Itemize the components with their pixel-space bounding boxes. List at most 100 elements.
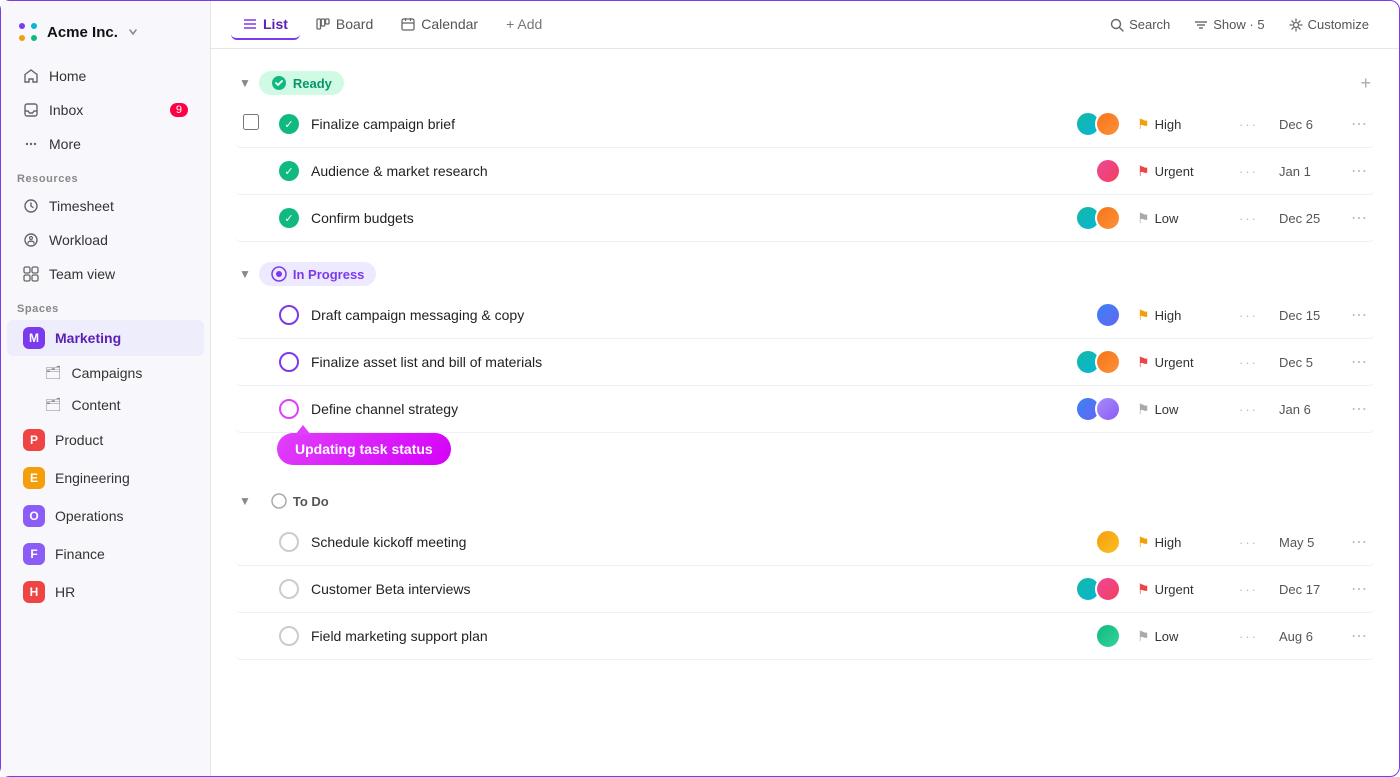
- task-list-content: ▼ Ready + ✓ Finalize campaign brief ⚑ Hi…: [211, 49, 1399, 776]
- sidebar-item-workload[interactable]: Workload: [7, 224, 204, 256]
- search-button[interactable]: Search: [1100, 12, 1180, 37]
- avatar: [1095, 576, 1121, 602]
- task-dots[interactable]: ···: [1239, 164, 1267, 179]
- sidebar-item-finance[interactable]: F Finance: [7, 536, 204, 572]
- task-dots[interactable]: ···: [1239, 582, 1267, 597]
- task-name: Field marketing support plan: [311, 628, 1083, 644]
- hr-dot: H: [23, 581, 45, 603]
- task-more-button[interactable]: ⋯: [1351, 352, 1367, 372]
- task-more-button[interactable]: ⋯: [1351, 532, 1367, 552]
- avatar: [1095, 529, 1121, 555]
- task-name: Finalize asset list and bill of material…: [311, 354, 1063, 370]
- task-dots[interactable]: ···: [1239, 117, 1267, 132]
- task-dots[interactable]: ···: [1239, 355, 1267, 370]
- task-due-date: Dec 5: [1279, 355, 1339, 370]
- task-more-button[interactable]: ⋯: [1351, 161, 1367, 181]
- main-content: List Board Calendar + Add Search Show · …: [211, 1, 1399, 776]
- status-todo-icon[interactable]: [279, 579, 299, 599]
- sidebar-item-team-view[interactable]: Team view: [7, 258, 204, 290]
- status-done-icon[interactable]: ✓: [279, 161, 299, 181]
- task-more-button[interactable]: ⋯: [1351, 399, 1367, 419]
- sidebar-item-home[interactable]: Home: [7, 60, 204, 92]
- tab-calendar[interactable]: Calendar: [389, 10, 490, 40]
- task-dots[interactable]: ···: [1239, 629, 1267, 644]
- tab-list[interactable]: List: [231, 10, 300, 40]
- sidebar-item-hr[interactable]: H HR: [7, 574, 204, 610]
- task-row: ✓ Audience & market research ⚑ Urgent ··…: [235, 148, 1375, 195]
- task-name: Define channel strategy: [311, 401, 1063, 417]
- sidebar-item-more[interactable]: More: [7, 128, 204, 160]
- task-avatars: [1095, 302, 1121, 328]
- search-icon: [1110, 18, 1124, 32]
- group-add-ready[interactable]: +: [1360, 73, 1371, 94]
- sidebar-subitem-content[interactable]: 🗂 Content: [7, 390, 204, 420]
- task-more-button[interactable]: ⋯: [1351, 626, 1367, 646]
- task-dots[interactable]: ···: [1239, 308, 1267, 323]
- task-avatars: [1075, 396, 1121, 422]
- tab-board[interactable]: Board: [304, 10, 385, 40]
- app-logo[interactable]: Acme Inc.: [1, 13, 210, 59]
- group-toggle-ready[interactable]: ▼: [239, 76, 251, 90]
- task-checkbox[interactable]: [243, 114, 259, 130]
- status-todo-icon[interactable]: [279, 532, 299, 552]
- task-more-button[interactable]: ⋯: [1351, 114, 1367, 134]
- task-row: ✓ Confirm budgets ⚑ Low ··· Dec 25 ⋯: [235, 195, 1375, 242]
- group-badge-in-progress[interactable]: In Progress: [259, 262, 377, 286]
- task-dots[interactable]: ···: [1239, 402, 1267, 417]
- inbox-icon: [23, 102, 39, 118]
- resources-section-label: Resources: [1, 161, 210, 189]
- status-in-progress-icon[interactable]: [279, 305, 299, 325]
- group-badge-ready[interactable]: Ready: [259, 71, 344, 95]
- group-badge-todo[interactable]: To Do: [259, 489, 341, 513]
- avatar: [1095, 302, 1121, 328]
- folder-icon: 🗂: [45, 365, 62, 381]
- board-icon: [316, 17, 330, 31]
- task-more-button[interactable]: ⋯: [1351, 208, 1367, 228]
- sidebar-item-timesheet[interactable]: Timesheet: [7, 190, 204, 222]
- group-toggle-todo[interactable]: ▼: [239, 494, 251, 508]
- task-avatars: [1095, 623, 1121, 649]
- task-dots[interactable]: ···: [1239, 535, 1267, 550]
- task-more-button[interactable]: ⋯: [1351, 305, 1367, 325]
- avatar: [1095, 349, 1121, 375]
- task-row: Finalize asset list and bill of material…: [235, 339, 1375, 386]
- gear-icon: [1289, 18, 1303, 32]
- folder-icon-2: 🗂: [45, 397, 62, 413]
- tab-add[interactable]: + Add: [494, 10, 554, 40]
- priority-flag-icon: ⚑: [1137, 307, 1150, 324]
- status-in-progress-icon[interactable]: [279, 399, 299, 419]
- clock-icon: [23, 198, 39, 214]
- group-toggle-in-progress[interactable]: ▼: [239, 267, 251, 281]
- customize-button[interactable]: Customize: [1279, 12, 1379, 37]
- sidebar-item-operations[interactable]: O Operations: [7, 498, 204, 534]
- task-name: Finalize campaign brief: [311, 116, 1063, 132]
- status-done-icon[interactable]: ✓: [279, 114, 299, 134]
- sidebar-item-product[interactable]: P Product: [7, 422, 204, 458]
- inbox-badge: 9: [170, 103, 188, 117]
- task-avatars: [1075, 205, 1121, 231]
- sidebar-item-marketing[interactable]: M Marketing: [7, 320, 204, 356]
- status-done-icon[interactable]: ✓: [279, 208, 299, 228]
- task-name: Customer Beta interviews: [311, 581, 1063, 597]
- sidebar-item-engineering[interactable]: E Engineering: [7, 460, 204, 496]
- priority-flag-icon: ⚑: [1137, 401, 1150, 418]
- sidebar: Acme Inc. Home Inbox 9 More Resources Ti…: [1, 1, 211, 776]
- engineering-dot: E: [23, 467, 45, 489]
- priority-flag-icon: ⚑: [1137, 534, 1150, 551]
- status-todo-icon[interactable]: [279, 626, 299, 646]
- team-icon: [23, 266, 39, 282]
- task-priority: ⚑ Low: [1137, 628, 1227, 645]
- task-more-button[interactable]: ⋯: [1351, 579, 1367, 599]
- priority-flag-icon: ⚑: [1137, 116, 1150, 133]
- status-in-progress-icon[interactable]: [279, 352, 299, 372]
- product-dot: P: [23, 429, 45, 451]
- show-button[interactable]: Show · 5: [1184, 12, 1274, 37]
- group-header-ready: ▼ Ready +: [235, 61, 1375, 101]
- task-avatars: [1095, 529, 1121, 555]
- task-priority: ⚑ Low: [1137, 401, 1227, 418]
- task-dots[interactable]: ···: [1239, 211, 1267, 226]
- sidebar-subitem-campaigns[interactable]: 🗂 Campaigns: [7, 358, 204, 388]
- sidebar-item-inbox[interactable]: Inbox 9: [7, 94, 204, 126]
- priority-flag-icon: ⚑: [1137, 581, 1150, 598]
- task-priority: ⚑ High: [1137, 534, 1227, 551]
